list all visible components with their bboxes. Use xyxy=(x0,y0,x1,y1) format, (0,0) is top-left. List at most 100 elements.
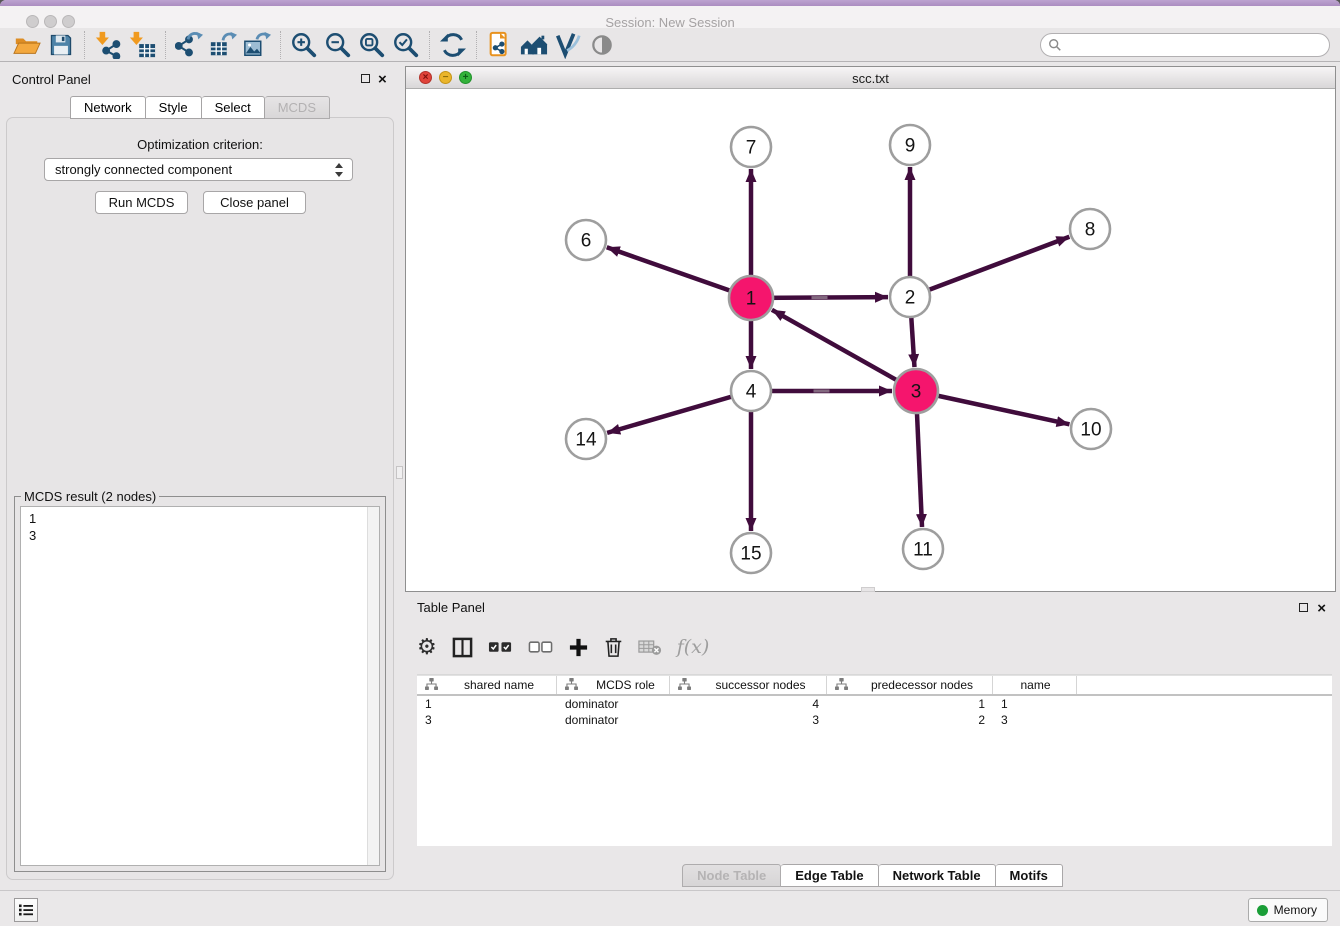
view-resize-handle[interactable] xyxy=(861,587,875,592)
tab-network[interactable]: Network xyxy=(70,96,146,119)
task-history-button[interactable] xyxy=(14,898,38,922)
unselect-all-button[interactable] xyxy=(528,640,553,654)
column-header-label: MCDS role xyxy=(588,678,669,692)
search-icon xyxy=(1048,38,1062,52)
delete-column-button[interactable] xyxy=(604,637,623,658)
export-image-button[interactable] xyxy=(240,30,274,60)
show-hide-button[interactable] xyxy=(585,30,619,60)
tab-select[interactable]: Select xyxy=(202,96,265,119)
edge-label xyxy=(811,296,827,299)
column-header-shared-name[interactable]: shared name xyxy=(417,676,557,694)
svg-text:9: 9 xyxy=(905,136,916,157)
tab-style[interactable]: Style xyxy=(146,96,202,119)
tab-edge-table[interactable]: Edge Table xyxy=(781,864,878,887)
graph-node-9[interactable]: 9 xyxy=(890,125,930,165)
zoom-selected-button[interactable] xyxy=(389,30,423,60)
select-all-button[interactable] xyxy=(488,640,513,654)
apply-layout-button[interactable] xyxy=(436,30,470,60)
network-overview-button[interactable] xyxy=(483,30,517,60)
network-window-titlebar[interactable]: × − + scc.txt xyxy=(406,67,1335,89)
edge-label xyxy=(814,390,830,393)
close-table-panel-icon[interactable]: × xyxy=(1317,604,1326,614)
float-table-panel-icon[interactable] xyxy=(1299,603,1308,612)
import-network-button[interactable] xyxy=(91,30,125,60)
search-input[interactable] xyxy=(1062,36,1329,54)
result-scrollbar[interactable] xyxy=(367,507,379,865)
graph-node-15[interactable]: 15 xyxy=(731,533,771,573)
columns-icon xyxy=(452,637,473,658)
mcds-result-text[interactable]: 13 xyxy=(20,506,380,866)
cell-mcds-role: dominator xyxy=(557,696,670,712)
graph-node-10[interactable]: 10 xyxy=(1071,409,1111,449)
table-row[interactable]: 3dominator323 xyxy=(417,712,1332,728)
tab-node-table[interactable]: Node Table xyxy=(682,864,781,887)
column-header-label: name xyxy=(1001,678,1076,692)
delete-table-button[interactable] xyxy=(638,639,662,656)
zoom-fit-button[interactable] xyxy=(355,30,389,60)
result-line: 3 xyxy=(29,527,379,544)
column-header-predecessor-nodes[interactable]: predecessor nodes xyxy=(827,676,993,694)
edge-2-8[interactable] xyxy=(910,237,1069,297)
cell-successor-nodes: 3 xyxy=(670,712,827,728)
toolbar-separator xyxy=(476,31,477,59)
close-panel-icon[interactable]: × xyxy=(378,75,387,85)
zoom-out-button[interactable] xyxy=(321,30,355,60)
table-toolbar: ⚙ f(x) xyxy=(417,627,1332,667)
graph-node-11[interactable]: 11 xyxy=(903,529,943,569)
home-button[interactable] xyxy=(517,30,551,60)
titlebar[interactable]: Session: New Session xyxy=(0,6,1340,28)
save-icon xyxy=(48,32,74,58)
export-table-button[interactable] xyxy=(206,30,240,60)
svg-text:11: 11 xyxy=(913,540,933,561)
fx-button[interactable]: f(x) xyxy=(677,636,710,658)
graph-node-8[interactable]: 8 xyxy=(1070,209,1110,249)
close-panel-button[interactable]: Close panel xyxy=(203,191,306,214)
edge-3-10[interactable] xyxy=(916,391,1070,424)
graph-node-4[interactable]: 4 xyxy=(731,371,771,411)
toolbar-separator xyxy=(84,31,85,59)
zoom-fit-icon xyxy=(358,31,386,59)
toolbar-separator xyxy=(165,31,166,59)
import-table-icon xyxy=(128,31,156,59)
table-settings-button[interactable]: ⚙ xyxy=(417,634,437,660)
criterion-select[interactable]: strongly connected component xyxy=(44,158,353,181)
run-mcds-button[interactable]: Run MCDS xyxy=(95,191,188,214)
home-icon xyxy=(519,31,549,59)
style-button[interactable] xyxy=(551,30,585,60)
refresh-icon xyxy=(440,32,466,58)
edge-4-14[interactable] xyxy=(607,391,751,433)
import-table-button[interactable] xyxy=(125,30,159,60)
open-session-button[interactable] xyxy=(10,30,44,60)
add-function-button[interactable] xyxy=(568,637,589,658)
vizmap-brush-icon xyxy=(554,31,582,59)
float-panel-icon[interactable] xyxy=(361,74,370,83)
column-header-name[interactable]: name xyxy=(993,676,1077,694)
save-session-button[interactable] xyxy=(44,30,78,60)
control-panel-title: Control Panel xyxy=(12,72,91,87)
zoom-selected-icon xyxy=(392,31,420,59)
hierarchy-icon xyxy=(835,678,848,693)
svg-text:8: 8 xyxy=(1085,220,1096,241)
tab-motifs[interactable]: Motifs xyxy=(996,864,1063,887)
tab-network-table[interactable]: Network Table xyxy=(879,864,996,887)
graph-node-1[interactable]: 1 xyxy=(729,276,773,320)
edge-3-1[interactable] xyxy=(772,310,916,391)
column-header-successor-nodes[interactable]: successor nodes xyxy=(670,676,827,694)
column-header-mcds-role[interactable]: MCDS role xyxy=(557,676,670,694)
graph-node-14[interactable]: 14 xyxy=(566,419,606,459)
show-columns-button[interactable] xyxy=(452,637,473,658)
graph-node-6[interactable]: 6 xyxy=(566,220,606,260)
cell-successor-nodes: 4 xyxy=(670,696,827,712)
graph-node-3[interactable]: 3 xyxy=(894,369,938,413)
graph-node-2[interactable]: 2 xyxy=(890,277,930,317)
table-row[interactable]: 1dominator411 xyxy=(417,696,1332,712)
tab-mcds[interactable]: MCDS xyxy=(265,96,330,119)
memory-button[interactable]: Memory xyxy=(1248,898,1328,922)
hierarchy-icon xyxy=(565,678,578,693)
graph-node-7[interactable]: 7 xyxy=(731,127,771,167)
export-network-button[interactable] xyxy=(172,30,206,60)
zoom-in-button[interactable] xyxy=(287,30,321,60)
panel-divider-handle[interactable] xyxy=(396,466,403,479)
search-box[interactable] xyxy=(1040,33,1330,57)
network-canvas[interactable]: 7 9 6 8 1 2 4 3 14 10 15 11 xyxy=(406,89,1335,591)
